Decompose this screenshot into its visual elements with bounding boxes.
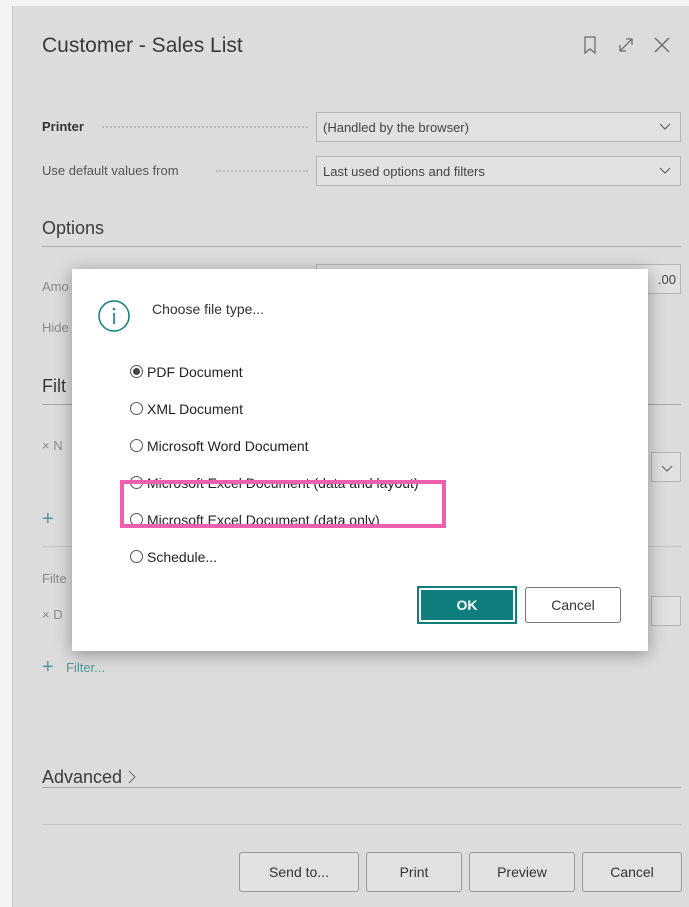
filter-item-2-field[interactable]	[651, 596, 681, 626]
file-type-options: PDF Document XML Document Microsoft Word…	[130, 353, 419, 575]
page-title: Customer - Sales List	[42, 34, 243, 57]
defaults-dots	[216, 170, 308, 172]
option-word[interactable]: Microsoft Word Document	[130, 427, 419, 464]
cancel-button[interactable]: Cancel	[582, 852, 682, 892]
options-divider	[42, 246, 681, 247]
defaults-select[interactable]: Last used options and filters	[316, 156, 681, 186]
expand-icon[interactable]	[615, 34, 637, 56]
options-section-title: Options	[42, 218, 105, 238]
filter-section-2-title: Filte	[42, 571, 67, 586]
add-filter-icon[interactable]: +	[42, 657, 54, 677]
defaults-label: Use default values from	[42, 163, 179, 178]
printer-select[interactable]: (Handled by the browser)	[316, 112, 681, 142]
printer-label: Printer	[42, 119, 84, 134]
filter-section-title: Filt	[42, 376, 66, 396]
printer-row: Printer (Handled by the browser)	[42, 112, 681, 142]
option-label: PDF Document	[147, 363, 243, 380]
add-filter-link[interactable]: Filter...	[66, 660, 105, 675]
bookmark-icon[interactable]	[579, 34, 601, 56]
print-button[interactable]: Print	[366, 852, 462, 892]
defaults-value: Last used options and filters	[323, 164, 485, 179]
info-icon	[98, 300, 130, 332]
radio-button[interactable]	[130, 365, 143, 378]
hide-label: Hide	[42, 320, 69, 335]
chevron-down-icon	[659, 123, 671, 130]
filter-item-1: × N	[42, 438, 63, 453]
footer-divider	[42, 824, 681, 825]
option-pdf[interactable]: PDF Document	[130, 353, 419, 390]
radio-button[interactable]	[130, 402, 143, 415]
option-label: Microsoft Word Document	[147, 437, 309, 454]
advanced-section-toggle[interactable]: Advanced	[42, 767, 137, 788]
choose-file-type-dialog: Choose file type... PDF Document XML Doc…	[72, 269, 648, 651]
filter-item-2: × D	[42, 607, 63, 622]
option-xml[interactable]: XML Document	[130, 390, 419, 427]
chevron-right-icon	[128, 770, 136, 784]
printer-value: (Handled by the browser)	[323, 120, 469, 135]
option-schedule[interactable]: Schedule...	[130, 538, 419, 575]
printer-dots	[102, 126, 308, 128]
advanced-divider	[42, 787, 681, 788]
header-actions	[579, 34, 673, 56]
highlight-box	[120, 480, 446, 528]
add-icon[interactable]: +	[42, 509, 54, 529]
amount-value: .00	[657, 272, 676, 287]
close-icon[interactable]	[651, 34, 673, 56]
filter-item-1-select[interactable]	[651, 452, 681, 482]
chevron-down-icon	[659, 167, 671, 174]
option-label: Schedule...	[147, 548, 218, 565]
radio-button[interactable]	[130, 550, 143, 563]
advanced-label: Advanced	[42, 767, 123, 787]
dialog-cancel-button[interactable]: Cancel	[525, 587, 621, 623]
send-to-button[interactable]: Send to...	[239, 852, 359, 892]
amount-label: Amo	[42, 279, 69, 294]
chevron-down-icon	[661, 465, 673, 472]
radio-button[interactable]	[130, 439, 143, 452]
defaults-row: Use default values from Last used option…	[42, 156, 681, 186]
option-label: XML Document	[147, 400, 243, 417]
preview-button[interactable]: Preview	[469, 852, 575, 892]
dialog-title: Choose file type...	[152, 301, 265, 317]
ok-button[interactable]: OK	[417, 586, 517, 624]
